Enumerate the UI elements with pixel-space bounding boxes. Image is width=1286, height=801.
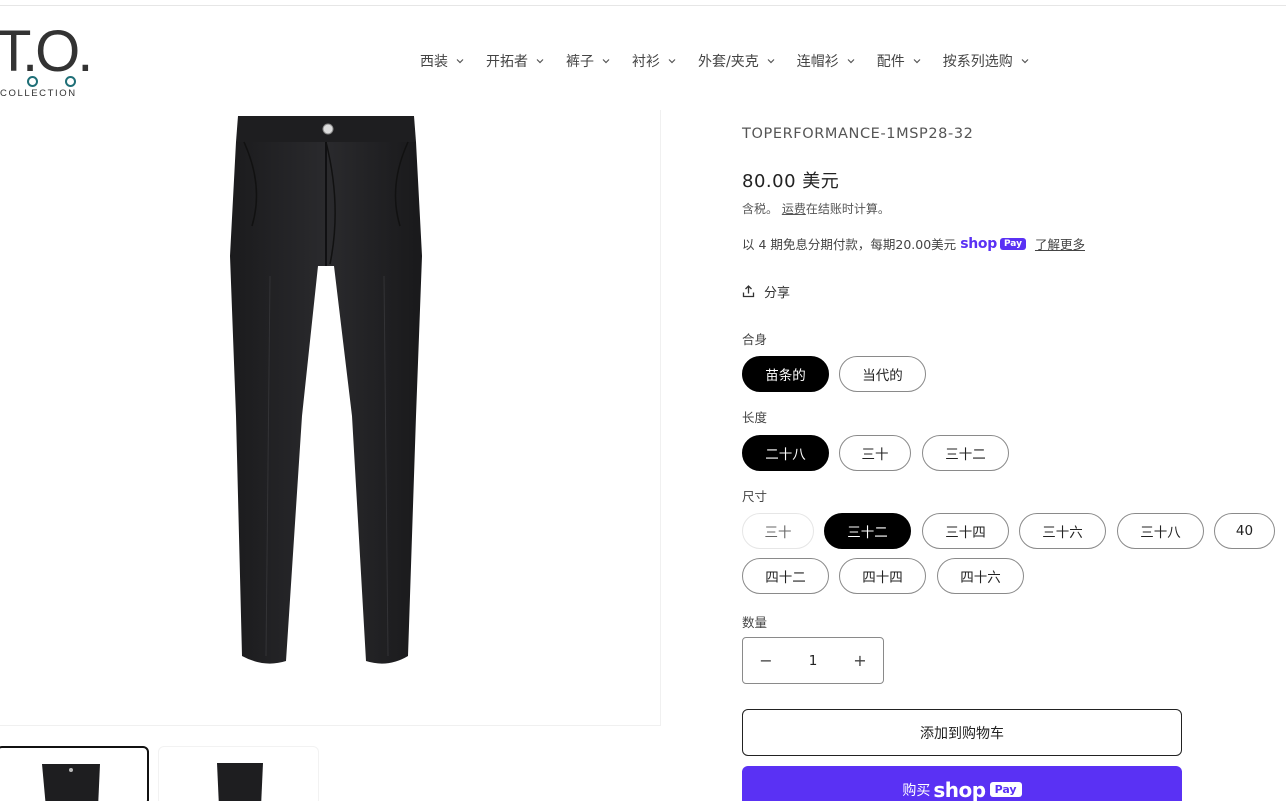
nav-item-pioneer[interactable]: 开拓者 — [486, 50, 546, 72]
installments-text: 以 4 期免息分期付款，每期20.00美元 — [742, 237, 957, 252]
length-option-32[interactable]: 三十二 — [922, 435, 1009, 471]
shipping-link[interactable]: 运费 — [782, 202, 806, 216]
length-option-28[interactable]: 二十八 — [742, 435, 829, 471]
thumbnail-2[interactable] — [158, 746, 319, 801]
nav-item-label: 衬衫 — [632, 54, 660, 70]
nav-item-label: 按系列选购 — [942, 54, 1013, 70]
buy-prefix: 购买 — [902, 782, 931, 799]
top-divider — [0, 5, 1286, 6]
quantity-label: 数量 — [742, 615, 768, 630]
quantity-stepper: − 1 + — [742, 637, 884, 684]
add-to-cart-button[interactable]: 添加到购物车 — [742, 709, 1182, 756]
thumbnail-image — [42, 764, 100, 801]
chevron-down-icon — [454, 55, 466, 67]
brand-logo[interactable]: T.O. COLLECTION — [0, 18, 93, 100]
chevron-down-icon — [911, 55, 923, 67]
nav-item-collections[interactable]: 按系列选购 — [943, 50, 1031, 72]
product-image[interactable] — [226, 116, 426, 666]
nav-item-hoodies[interactable]: 连帽衫 — [797, 50, 857, 72]
nav-item-shirts[interactable]: 衬衫 — [632, 50, 678, 72]
shop-wordmark: shop — [960, 235, 997, 252]
size-option-30[interactable]: 三十 — [742, 513, 814, 549]
shop-wordmark: shop — [933, 777, 986, 801]
quantity-increase-button[interactable]: + — [853, 651, 867, 670]
logo-subtext: COLLECTION — [0, 88, 77, 99]
logo-mark: T.O. — [0, 19, 93, 84]
chevron-down-icon — [534, 55, 546, 67]
size-label: 尺寸 — [742, 489, 768, 504]
pay-badge: Pay — [989, 782, 1022, 797]
nav-item-label: 连帽衫 — [796, 54, 839, 70]
tax-note: 含税。 运费在结账时计算。 — [742, 200, 890, 217]
nav-item-label: 开拓者 — [486, 54, 528, 70]
installments-note: 以 4 期免息分期付款，每期20.00美元 shop Pay 了解更多 — [742, 234, 1085, 253]
main-nav: 西装 开拓者 裤子 衬衫 外套/夹克 连帽衫 配件 按系列选购 — [420, 50, 1051, 72]
quantity-input[interactable]: 1 — [809, 653, 818, 669]
size-option-36[interactable]: 三十六 — [1019, 513, 1106, 549]
share-button[interactable]: 分享 — [742, 282, 790, 301]
tax-suffix: 在结账时计算。 — [805, 202, 890, 216]
nav-item-label: 西装 — [420, 54, 448, 70]
pay-badge: Pay — [999, 237, 1026, 250]
nav-item-accessories[interactable]: 配件 — [877, 50, 923, 72]
buy-with-shop-pay-button[interactable]: 购买 shop Pay — [742, 766, 1182, 801]
size-option-38[interactable]: 三十八 — [1117, 513, 1204, 549]
shop-pay-logo: shop Pay — [960, 236, 1026, 252]
product-title: TOPERFORMANCE-1MSP28-32 — [742, 126, 974, 142]
nav-item-suits[interactable]: 西装 — [420, 50, 466, 72]
size-option-46[interactable]: 四十六 — [937, 558, 1024, 594]
thumbnail-1[interactable] — [0, 746, 149, 801]
length-label: 长度 — [742, 410, 768, 425]
logo-dot-icon — [27, 76, 38, 87]
size-option-42[interactable]: 四十二 — [742, 558, 829, 594]
thumbnail-image — [217, 763, 263, 801]
share-label: 分享 — [764, 286, 791, 301]
size-option-34[interactable]: 三十四 — [922, 513, 1009, 549]
nav-item-label: 外套/夹克 — [698, 54, 759, 70]
fit-option-contemporary[interactable]: 当代的 — [839, 356, 926, 392]
chevron-down-icon — [765, 55, 777, 67]
tax-prefix: 含税。 — [742, 202, 779, 216]
length-option-30[interactable]: 三十 — [839, 435, 911, 471]
size-option-44[interactable]: 四十四 — [839, 558, 926, 594]
fit-label: 合身 — [742, 332, 768, 347]
chevron-down-icon — [666, 55, 678, 67]
chevron-down-icon — [845, 55, 857, 67]
pants-illustration — [230, 116, 422, 664]
fit-option-slim[interactable]: 苗条的 — [742, 356, 829, 392]
share-icon — [742, 285, 755, 298]
product-price: 80.00 美元 — [742, 171, 840, 192]
nav-item-label: 裤子 — [566, 54, 594, 70]
logo-dot-icon — [65, 76, 76, 87]
size-option-32[interactable]: 三十二 — [824, 513, 911, 549]
nav-item-label: 配件 — [876, 54, 905, 70]
learn-more-link[interactable]: 了解更多 — [1035, 234, 1085, 253]
nav-item-pants[interactable]: 裤子 — [566, 50, 612, 72]
nav-item-outerwear[interactable]: 外套/夹克 — [698, 50, 777, 72]
chevron-down-icon — [600, 55, 612, 67]
size-option-40[interactable]: 40 — [1214, 513, 1275, 549]
quantity-decrease-button[interactable]: − — [759, 651, 773, 670]
chevron-down-icon — [1019, 55, 1031, 67]
